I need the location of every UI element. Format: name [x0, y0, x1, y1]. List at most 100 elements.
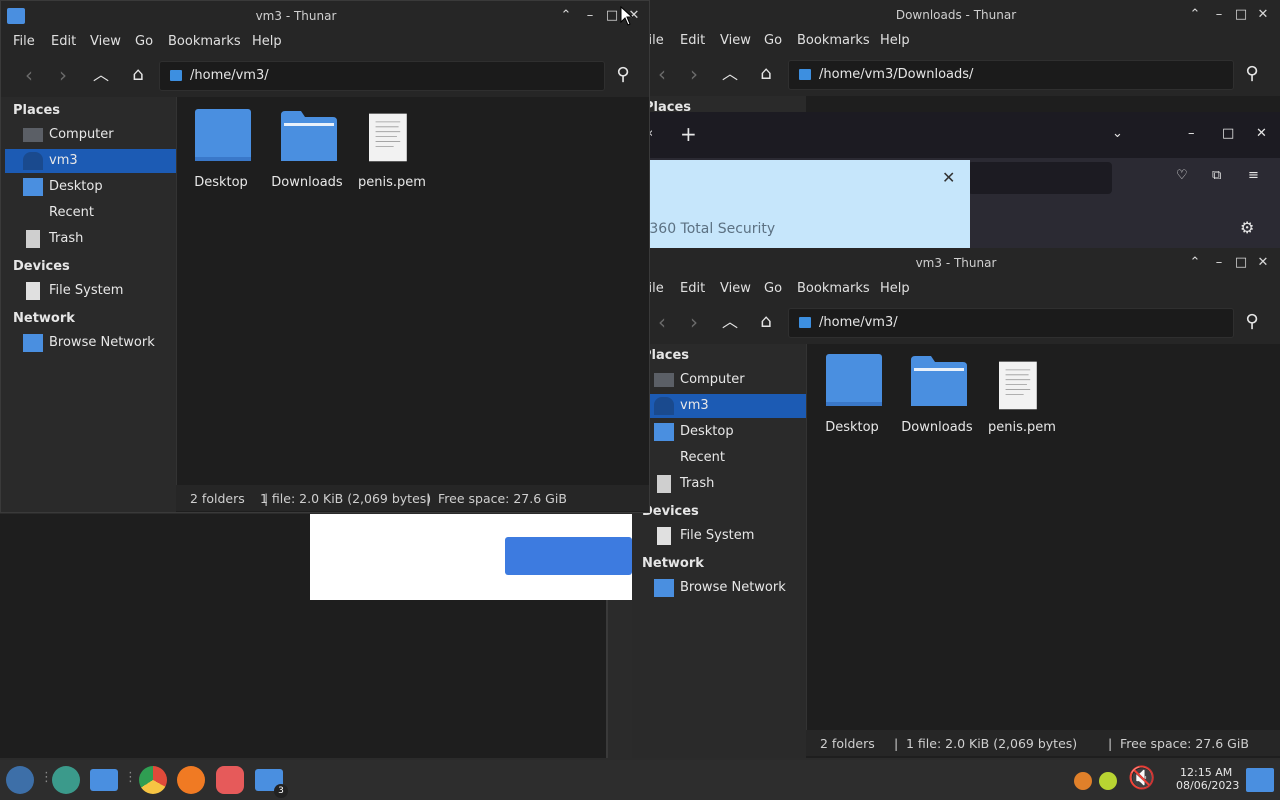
file-manager-icon[interactable]	[90, 769, 118, 791]
clock-date[interactable]: 08/06/2023	[1176, 779, 1239, 792]
front-maximize-button[interactable]: □	[603, 7, 621, 25]
front-sidebar-item-browse-network[interactable]: Browse Network	[5, 331, 176, 355]
front-menu-go[interactable]: Go	[135, 34, 153, 49]
banner-close-icon[interactable]: ✕	[942, 168, 955, 187]
whisker-menu-icon[interactable]	[6, 766, 34, 794]
back-search-icon[interactable]: ⚲	[1240, 310, 1264, 334]
browser-compass-icon[interactable]	[52, 766, 80, 794]
front-menu-view[interactable]: View	[90, 34, 121, 49]
back-home-icon[interactable]: ⌂	[754, 310, 778, 334]
dialog-primary-button[interactable]	[505, 537, 632, 575]
back-sidebar-item-filesystem[interactable]: File System	[636, 524, 806, 548]
back-forward-icon[interactable]: ›	[682, 310, 706, 334]
browser-close-button[interactable]: ✕	[1256, 126, 1267, 141]
firefox-icon[interactable]	[177, 766, 205, 794]
front-status-free: Free space: 27.6 GiB	[438, 491, 567, 506]
downloads-minimize-button[interactable]: –	[1210, 6, 1228, 24]
downloads-window-title: Downloads - Thunar	[895, 8, 1017, 22]
downloads-home-icon[interactable]: ⌂	[754, 62, 778, 86]
back-menu-go[interactable]: Go	[764, 281, 782, 296]
back-back-icon[interactable]: ‹	[650, 310, 674, 334]
browser-menu-icon[interactable]: ≡	[1248, 168, 1259, 183]
front-back-icon[interactable]: ‹	[17, 63, 41, 87]
chrome-icon[interactable]	[139, 766, 167, 794]
front-places-header: Places	[13, 103, 61, 118]
front-sidebar-item-desktop[interactable]: Desktop	[5, 175, 176, 199]
front-sidebar-item-recent[interactable]: Recent	[5, 201, 176, 225]
update-tray-icon[interactable]	[1074, 772, 1092, 790]
back-menu-edit[interactable]: Edit	[680, 281, 705, 296]
show-desktop-icon[interactable]	[1246, 768, 1274, 792]
settings-gear-icon[interactable]: ⚙	[1240, 218, 1254, 237]
downloads-maximize-button[interactable]: □	[1232, 6, 1250, 24]
front-menu-file[interactable]: File	[13, 34, 35, 49]
downloads-shade-button[interactable]: ⌃	[1186, 6, 1204, 24]
back-close-button[interactable]: ✕	[1254, 254, 1272, 272]
back-status-bar: 2 folders | 1 file: 2.0 KiB (2,069 bytes…	[806, 730, 1280, 756]
back-sidebar-item-browse-network[interactable]: Browse Network	[636, 576, 806, 600]
downloads-search-icon[interactable]: ⚲	[1240, 62, 1264, 86]
back-sidebar-item-recent[interactable]: Recent	[636, 446, 806, 470]
downloads-menu-edit[interactable]: Edit	[680, 33, 705, 48]
downloads-menu-bookmarks[interactable]: Bookmarks	[797, 33, 870, 48]
downloads-window: Downloads - Thunar ⌃ – □ ✕ File Edit Vie…	[632, 0, 1280, 112]
downloads-location-bar[interactable]: /home/vm3/Downloads/	[788, 60, 1234, 90]
new-tab-button[interactable]: +	[680, 122, 697, 146]
downloads-back-icon[interactable]: ‹	[650, 62, 674, 86]
drive-icon	[657, 527, 671, 545]
back-minimize-button[interactable]: –	[1210, 254, 1228, 272]
downloads-menu-help[interactable]: Help	[880, 33, 910, 48]
front-sidebar-item-filesystem[interactable]: File System	[5, 279, 176, 303]
back-sidebar-item-trash[interactable]: Trash	[636, 472, 806, 496]
back-menu-bookmarks[interactable]: Bookmarks	[797, 281, 870, 296]
downloads-close-button[interactable]: ✕	[1254, 6, 1272, 24]
front-location-bar[interactable]: /home/vm3/	[159, 61, 605, 91]
back-sidebar-item-desktop[interactable]: Desktop	[636, 420, 806, 444]
browser-minimize-button[interactable]: –	[1188, 126, 1195, 141]
computer-icon	[23, 128, 43, 142]
front-search-icon[interactable]: ⚲	[611, 63, 635, 87]
downloads-up-icon[interactable]: ︿	[718, 62, 742, 86]
front-menu-bookmarks[interactable]: Bookmarks	[168, 34, 241, 49]
back-location-bar[interactable]: /home/vm3/	[788, 308, 1234, 338]
downloads-menu-view[interactable]: View	[720, 33, 751, 48]
clock-time[interactable]: 12:15 AM	[1180, 766, 1232, 779]
front-menubar: File Edit View Go Bookmarks Help	[1, 31, 649, 53]
front-forward-icon[interactable]: ›	[51, 63, 75, 87]
downloads-forward-icon[interactable]: ›	[682, 62, 706, 86]
front-sidebar-item-vm3[interactable]: vm3	[5, 149, 176, 173]
pocket-icon[interactable]: ♡	[1176, 168, 1188, 183]
back-menu-help[interactable]: Help	[880, 281, 910, 296]
browser-url-bar[interactable]	[968, 162, 1112, 194]
tab-list-icon[interactable]: ⌄	[1112, 126, 1123, 141]
back-sidebar-item-vm3[interactable]: vm3	[636, 394, 806, 418]
add-tray-icon[interactable]	[1099, 772, 1117, 790]
back-shade-button[interactable]: ⌃	[1186, 254, 1204, 272]
front-up-icon[interactable]: ︿	[89, 63, 113, 87]
downloads-menu-go[interactable]: Go	[764, 33, 782, 48]
downloads-menubar: File Edit View Go Bookmarks Help	[632, 30, 1280, 52]
browser-maximize-button[interactable]: □	[1222, 126, 1234, 141]
front-location-text: /home/vm3/	[190, 68, 269, 83]
back-maximize-button[interactable]: □	[1232, 254, 1250, 272]
front-window-title: vm3 - Thunar	[255, 9, 337, 23]
network-folder-icon	[654, 579, 674, 597]
front-menu-edit[interactable]: Edit	[51, 34, 76, 49]
front-sidebar-item-trash[interactable]: Trash	[5, 227, 176, 251]
back-status-sep1: |	[894, 736, 899, 751]
back-menu-view[interactable]: View	[720, 281, 751, 296]
front-shade-button[interactable]: ⌃	[557, 7, 575, 25]
front-sidebar-item-computer[interactable]: Computer	[5, 123, 176, 147]
back-menubar: File Edit View Go Bookmarks Help	[632, 278, 1280, 300]
back-sidebar-item-computer[interactable]: Computer	[636, 368, 806, 392]
front-home-icon[interactable]: ⌂	[126, 63, 150, 87]
front-menu-help[interactable]: Help	[252, 34, 282, 49]
reader-glasses-icon[interactable]	[216, 766, 244, 794]
back-up-icon[interactable]: ︿	[718, 310, 742, 334]
back-location-text: /home/vm3/	[819, 315, 898, 330]
extensions-icon[interactable]: ⧉	[1212, 168, 1221, 183]
volume-muted-icon[interactable]: 🔇	[1128, 766, 1155, 791]
mouse-cursor	[620, 6, 634, 26]
front-minimize-button[interactable]: –	[581, 7, 599, 25]
folder-icon	[195, 109, 251, 161]
